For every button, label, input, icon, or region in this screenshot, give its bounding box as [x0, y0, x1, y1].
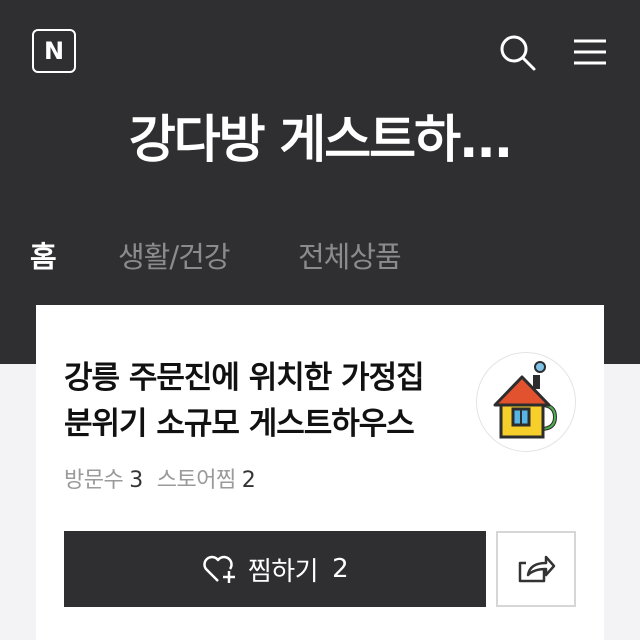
favorites-label: 스토어찜: [156, 468, 236, 493]
house-mug-icon: [493, 361, 558, 439]
category-tabs: 홈 생활/건강 전체상품: [0, 234, 640, 278]
menu-button[interactable]: [570, 32, 610, 72]
visits-label: 방문수: [64, 468, 124, 493]
store-stats: 방문수 3 스토어찜 2: [64, 462, 269, 494]
store-description: 강릉 주문진에 위치한 가정집 분위기 소규모 게스트하우스: [64, 360, 425, 442]
tab-life-health[interactable]: 생활/건강: [118, 234, 230, 276]
store-avatar[interactable]: [476, 352, 576, 452]
tab-all-products[interactable]: 전체상품: [298, 234, 402, 276]
share-icon: [518, 555, 556, 583]
search-button[interactable]: [497, 32, 537, 72]
favorites-count: 2: [241, 468, 256, 493]
favorite-label: 찜하기: [247, 556, 319, 587]
naver-logo[interactable]: N: [32, 29, 76, 73]
favorite-store-button[interactable]: 찜하기 2: [64, 531, 486, 607]
hamburger-menu-icon: [574, 39, 606, 65]
share-button[interactable]: [496, 531, 576, 607]
visits-count: 3: [129, 468, 143, 493]
store-info-card: 강릉 주문진에 위치한 가정집 분위기 소규모 게스트하우스 방문수 3 스토어찜 2…: [36, 305, 604, 640]
heart-plus-icon: [203, 555, 235, 583]
favorite-count: 2: [332, 554, 349, 584]
search-icon: [500, 35, 536, 71]
store-title: 강다방 게스트하...: [128, 111, 513, 170]
tab-home[interactable]: 홈: [30, 234, 57, 276]
